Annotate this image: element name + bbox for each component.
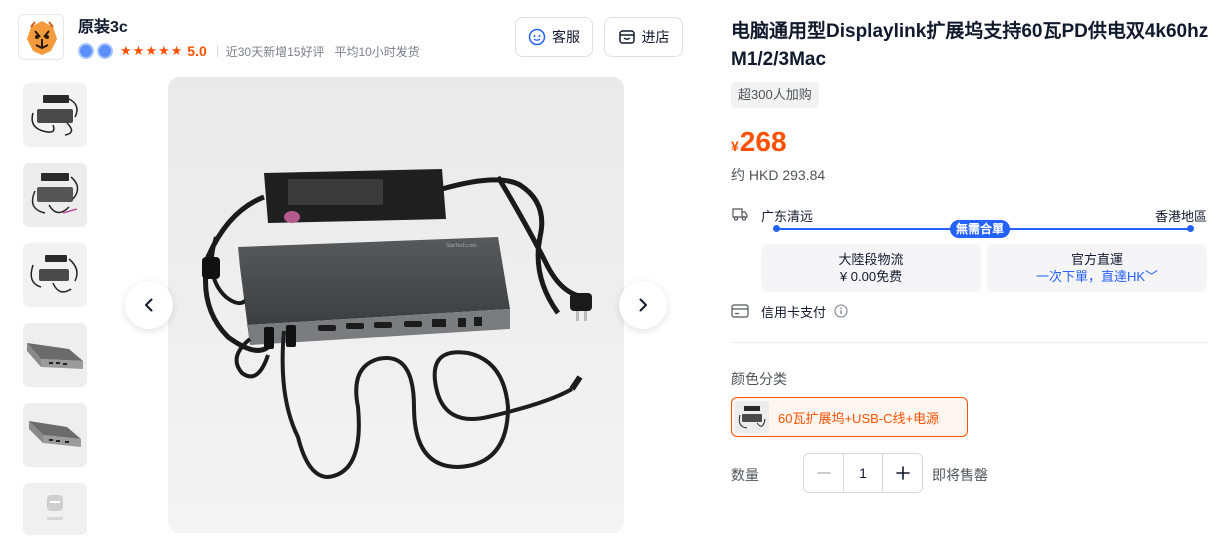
quantity-input[interactable]: 1 (843, 454, 883, 492)
shop-meta: ★ ★ ★ ★ ★ 5.0 近30天新增15好评 平均10小时发货 (78, 42, 430, 60)
ship-to: 香港地區 (1154, 209, 1207, 224)
truck-icon (732, 208, 748, 221)
route-start-dot (773, 225, 780, 232)
payment-method: 信用卡支付 (731, 302, 848, 320)
product-thumbnail-image (735, 401, 769, 433)
option-value-link[interactable]: 一次下單，直達HK﹀ (987, 268, 1207, 285)
sku-option-selected[interactable]: 60瓦扩展坞+USB-C线+电源 (731, 397, 968, 437)
card-icon (731, 304, 749, 318)
decrease-quantity-button[interactable] (804, 454, 843, 492)
sku-option-label: 60瓦扩展坞+USB-C线+电源 (778, 410, 940, 426)
price-currency: ¥ (731, 138, 739, 154)
thumbnail-2[interactable] (23, 163, 87, 227)
plus-icon (895, 466, 910, 480)
price: ¥ 268 (731, 126, 787, 158)
no-merge-badge: 無需合單 (950, 220, 1011, 238)
product-photo: StarTech.com (168, 77, 624, 533)
thumbnail-5[interactable] (23, 403, 87, 467)
option-title: 大陸段物流 (838, 252, 904, 267)
customer-service-label: 客服 (552, 29, 580, 45)
star-icon: ★ (120, 43, 132, 58)
enter-store-button[interactable]: 进店 (604, 17, 683, 57)
product-thumbnail-image (23, 243, 87, 307)
product-thumbnail-image (23, 483, 87, 535)
product-thumbnail-image (23, 323, 87, 387)
direct-shipping-option[interactable]: 官方直運 一次下單，直達HK﹀ (987, 244, 1207, 292)
star-icon: ★ (145, 43, 157, 58)
star-icon: ★ (157, 43, 170, 58)
thumbnail-1[interactable] (23, 83, 87, 147)
thumbnail-6[interactable] (23, 483, 87, 535)
quantity-stepper: 1 (803, 453, 923, 493)
price-value: 268 (739, 126, 787, 157)
product-thumbnail-image (23, 403, 87, 467)
new-reviews-text: 近30天新增15好评 (225, 44, 325, 59)
enter-store-label: 进店 (641, 29, 670, 45)
product-thumbnail-image (23, 163, 87, 227)
next-image-button[interactable] (619, 281, 667, 329)
star-icon: ★ (132, 43, 145, 58)
customer-service-icon (528, 28, 546, 46)
route-end-dot (1187, 225, 1194, 232)
color-category-label: 颜色分类 (731, 371, 787, 387)
option-title: 官方直運 (1070, 252, 1123, 267)
stock-status: 即将售罄 (932, 467, 988, 483)
product-thumbnail-image (23, 83, 87, 147)
ship-time-text: 平均10小时发货 (334, 44, 420, 59)
shop-rating: 5.0 (187, 43, 207, 59)
product-title: 电脑通用型Displaylink扩展坞支持60瓦PD供电双4k60hz M1/2… (731, 21, 1209, 70)
tiger-logo-icon (19, 15, 63, 59)
main-product-image[interactable]: StarTech.com (168, 77, 624, 533)
increase-quantity-button[interactable] (883, 454, 922, 492)
option-value: ¥ 0.00免费 (839, 269, 903, 284)
popularity-tag: 超300人加购 (731, 82, 819, 108)
shop-logo[interactable] (18, 14, 64, 60)
section-divider (731, 342, 1207, 343)
customer-service-button[interactable]: 客服 (515, 17, 593, 57)
payment-label: 信用卡支付 (761, 304, 827, 320)
shop-name[interactable]: 原装3c (78, 13, 128, 37)
rating-stars: ★ ★ ★ ★ ★ (120, 44, 183, 58)
divider (216, 45, 218, 57)
chevron-right-icon (639, 298, 647, 312)
thumbnail-3[interactable] (23, 243, 87, 307)
store-icon (618, 30, 635, 44)
svg-text:StarTech.com: StarTech.com (446, 243, 477, 249)
chevron-left-icon (145, 298, 153, 312)
hkd-price: 约 HKD 293.84 (731, 167, 826, 183)
minus-icon (816, 472, 831, 474)
info-icon[interactable] (834, 304, 848, 318)
member-badge-icon (78, 43, 94, 59)
member-badge-icon (97, 43, 113, 59)
thumbnail-4[interactable] (23, 323, 87, 387)
quantity-label: 数量 (731, 467, 759, 483)
ship-from: 广东清远 (761, 209, 814, 224)
star-icon: ★ (170, 43, 183, 58)
sku-thumbnail (735, 401, 769, 433)
previous-image-button[interactable] (125, 281, 173, 329)
product-page: 原装3c ★ ★ ★ ★ ★ 5.0 近30天新增15好评 平均10小时发货 客… (0, 0, 1220, 548)
mainland-logistics-option: 大陸段物流 ¥ 0.00免费 (761, 244, 981, 292)
